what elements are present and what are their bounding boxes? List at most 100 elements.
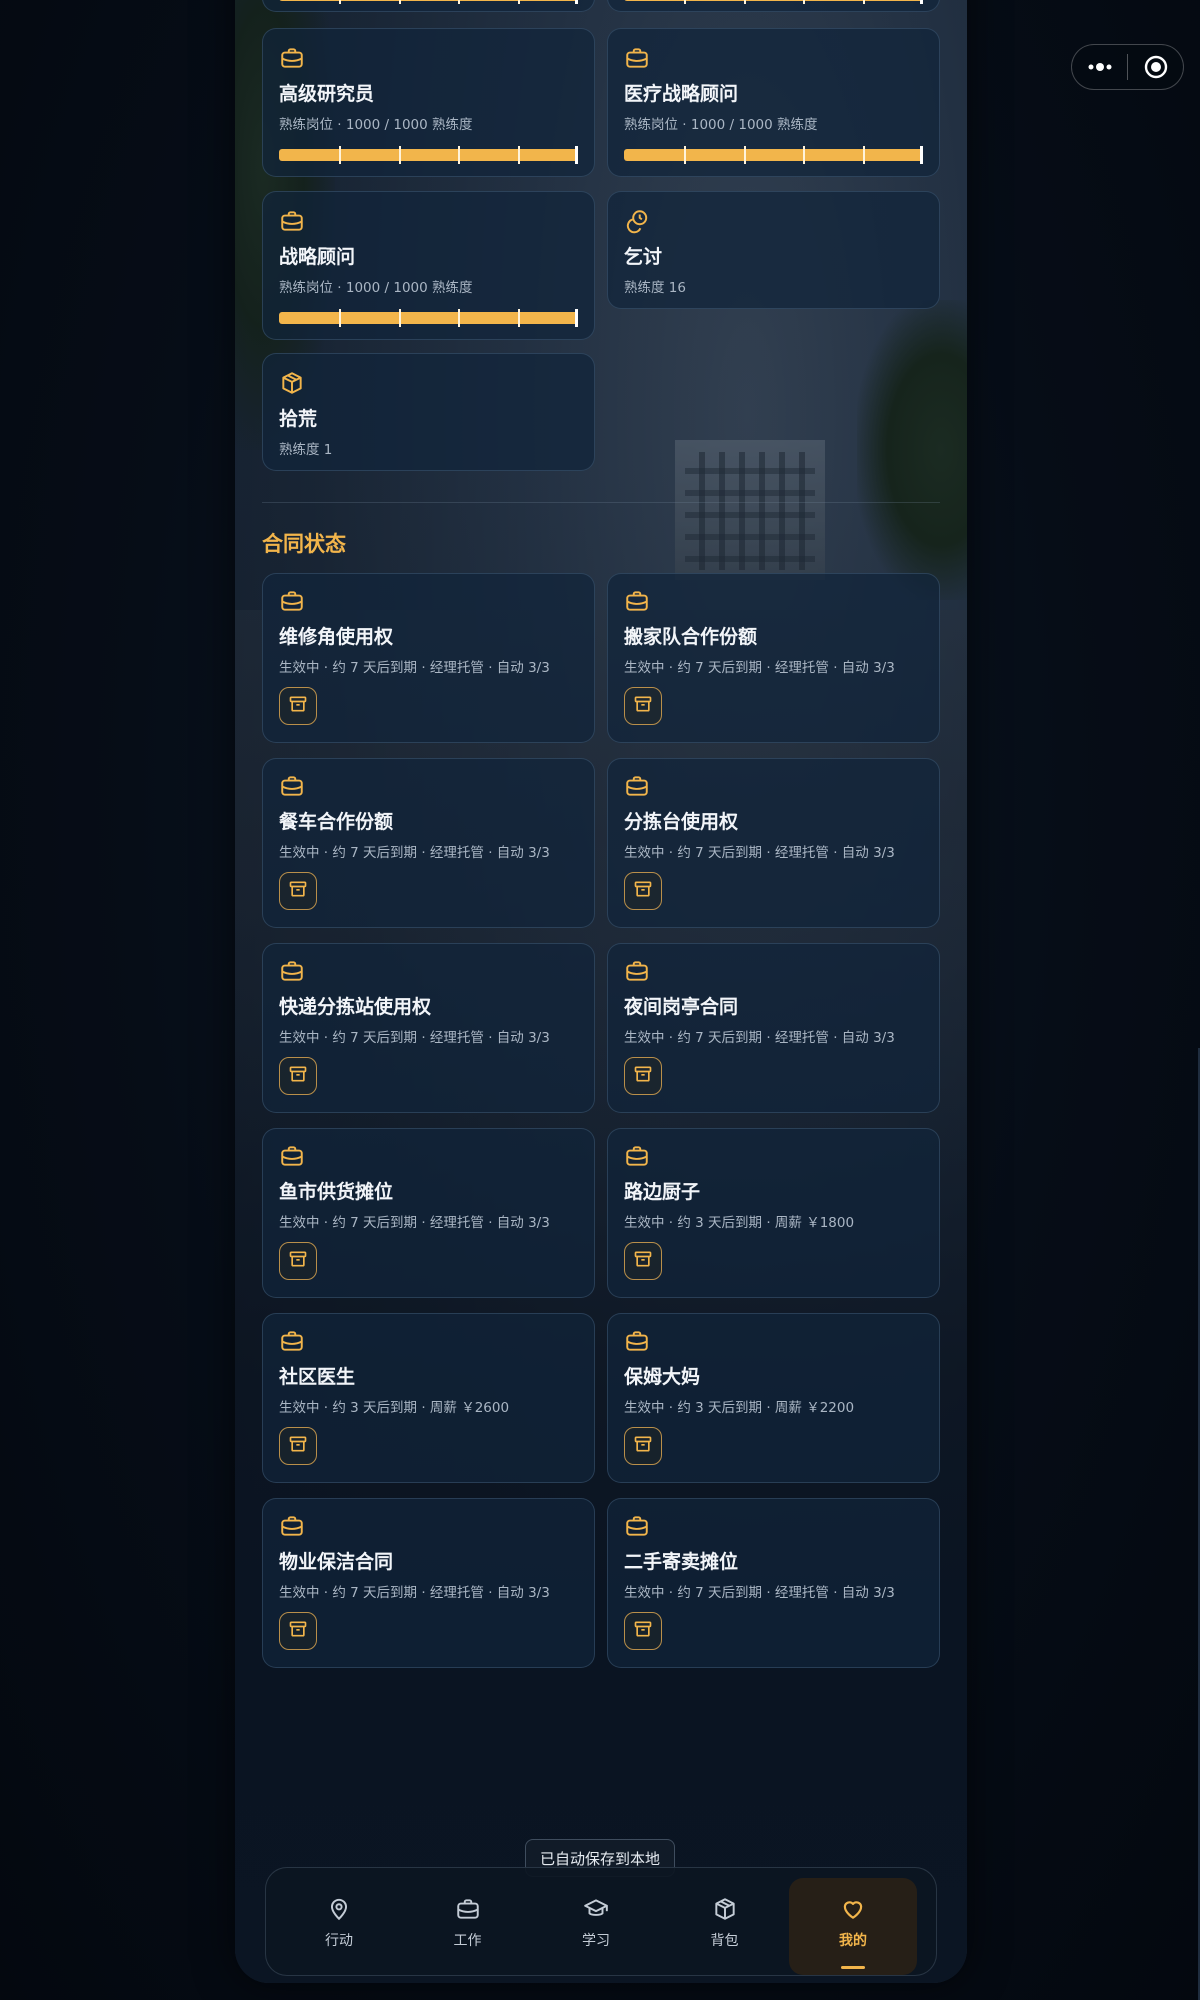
briefcase-icon <box>455 1896 481 1926</box>
nav-item[interactable]: 工作 <box>404 1878 532 1975</box>
progress-tick <box>398 146 401 164</box>
briefcase-icon <box>624 1143 650 1169</box>
more-menu-button[interactable] <box>1072 45 1127 89</box>
contract-card[interactable]: 保姆大妈 生效中 · 约 3 天后到期 · 周薪 ￥2200 <box>607 1313 940 1483</box>
progress-tick <box>683 0 686 4</box>
contract-card[interactable]: 快递分拣站使用权 生效中 · 约 7 天后到期 · 经理托管 · 自动 3/3 <box>262 943 595 1113</box>
archive-button[interactable] <box>279 1612 317 1650</box>
contract-title: 分拣台使用权 <box>624 811 739 833</box>
archive-button[interactable] <box>279 1057 317 1095</box>
briefcase-icon <box>624 45 650 71</box>
archive-button[interactable] <box>279 1242 317 1280</box>
skill-card[interactable]: 战略顾问 熟练岗位 · 1000 / 1000 熟练度 <box>262 191 595 340</box>
bottom-nav: 行动 工作 学习 背包 我的 <box>265 1867 937 1976</box>
progress-bar <box>279 0 578 4</box>
section-title: 合同状态 <box>262 532 346 556</box>
progress-tick <box>518 0 521 4</box>
contract-card[interactable]: 夜间岗亭合同生效中 · 约 7 天后到期 · 经理托管 · 自动 3/3 <box>607 943 940 1113</box>
nav-item-label: 学习 <box>582 1933 610 1949</box>
progress-tick <box>338 0 341 4</box>
skill-card[interactable] <box>607 0 940 12</box>
briefcase-icon <box>624 1328 650 1354</box>
briefcase-icon <box>624 958 650 984</box>
archive-button[interactable] <box>279 1427 317 1465</box>
contract-status: 生效中 · 约 7 天后到期 · 经理托管 · 自动 3/3 <box>624 845 895 861</box>
archive-icon <box>633 1619 653 1643</box>
skill-card[interactable]: 拾荒熟练度 1 <box>262 353 595 471</box>
contract-status: 生效中 · 约 7 天后到期 · 经理托管 · 自动 3/3 <box>279 845 550 861</box>
progress-tick <box>338 309 341 327</box>
heart-icon <box>840 1896 866 1926</box>
skill-card[interactable]: 乞讨 熟练度 16 <box>607 191 940 309</box>
archive-button[interactable] <box>624 1057 662 1095</box>
briefcase-icon <box>624 588 650 614</box>
progress-bar <box>624 146 923 164</box>
contract-card[interactable]: 鱼市供货摊位生效中 · 约 7 天后到期 · 经理托管 · 自动 3/3 <box>262 1128 595 1298</box>
contract-status: 生效中 · 约 3 天后到期 · 周薪 ￥2600 <box>279 1400 510 1416</box>
contract-card[interactable]: 社区医生生效中 · 约 3 天后到期 · 周薪 ￥2600 <box>262 1313 595 1483</box>
skill-subtitle: 熟练岗位 · 1000 / 1000 熟练度 <box>279 117 473 133</box>
contract-card[interactable]: 物业保洁合同 生效中 · 约 7 天后到期 · 经理托管 · 自动 3/3 <box>262 1498 595 1668</box>
archive-icon <box>633 1434 653 1458</box>
archive-icon <box>288 694 308 718</box>
progress-tick <box>518 309 521 327</box>
briefcase-icon <box>279 45 305 71</box>
contract-status: 生效中 · 约 7 天后到期 · 经理托管 · 自动 3/3 <box>279 1215 550 1231</box>
archive-button[interactable] <box>624 872 662 910</box>
archive-button[interactable] <box>624 1427 662 1465</box>
archive-button[interactable] <box>279 872 317 910</box>
progress-tick <box>920 146 923 164</box>
nav-item[interactable]: 背包 <box>661 1878 789 1975</box>
progress-bar <box>624 0 923 4</box>
skill-title: 高级研究员 <box>279 83 375 105</box>
nav-item[interactable]: 行动 <box>275 1878 403 1975</box>
contract-title: 餐车合作份额 <box>279 811 394 833</box>
progress-tick <box>575 309 578 327</box>
contract-card[interactable]: 搬家队合作份额 生效中 · 约 7 天后到期 · 经理托管 · 自动 3/3 <box>607 573 940 743</box>
contract-card[interactable]: 分拣台使用权生效中 · 约 7 天后到期 · 经理托管 · 自动 3/3 <box>607 758 940 928</box>
mini-program-capsule <box>1071 44 1184 90</box>
briefcase-icon <box>624 773 650 799</box>
nav-item-label: 我的 <box>839 1933 867 1949</box>
contract-card[interactable]: 餐车合作份额生效中 · 约 7 天后到期 · 经理托管 · 自动 3/3 <box>262 758 595 928</box>
archive-button[interactable] <box>624 1242 662 1280</box>
progress-tick <box>458 146 461 164</box>
contract-title: 社区医生 <box>279 1366 356 1388</box>
more-dots-icon <box>1088 63 1111 71</box>
box-icon <box>712 1896 738 1926</box>
skill-title: 战略顾问 <box>279 246 356 268</box>
nav-item[interactable]: 学习 <box>532 1878 660 1975</box>
contract-title: 二手寄卖摊位 <box>624 1551 739 1573</box>
contract-status: 生效中 · 约 7 天后到期 · 经理托管 · 自动 3/3 <box>624 1030 895 1046</box>
skill-subtitle: 熟练度 1 <box>279 442 333 458</box>
section-divider <box>262 502 940 503</box>
contract-title: 鱼市供货摊位 <box>279 1181 394 1203</box>
archive-button[interactable] <box>624 1612 662 1650</box>
progress-tick <box>920 0 923 4</box>
skill-card[interactable]: 医疗战略顾问 熟练岗位 · 1000 / 1000 熟练度 <box>607 28 940 177</box>
skill-subtitle: 熟练度 16 <box>624 280 686 296</box>
contract-card[interactable]: 路边厨子 生效中 · 约 3 天后到期 · 周薪 ￥1800 <box>607 1128 940 1298</box>
progress-tick <box>683 146 686 164</box>
archive-icon <box>633 694 653 718</box>
nav-item[interactable]: 我的 <box>789 1878 917 1975</box>
close-target-button[interactable] <box>1128 45 1183 89</box>
skill-card[interactable]: 高级研究员熟练岗位 · 1000 / 1000 熟练度 <box>262 28 595 177</box>
progress-tick <box>518 146 521 164</box>
archive-button[interactable] <box>279 687 317 725</box>
contract-card[interactable]: 维修角使用权 生效中 · 约 7 天后到期 · 经理托管 · 自动 3/3 <box>262 573 595 743</box>
contract-title: 夜间岗亭合同 <box>624 996 739 1018</box>
contract-status: 生效中 · 约 3 天后到期 · 周薪 ￥1800 <box>624 1215 855 1231</box>
skill-title: 医疗战略顾问 <box>624 83 739 105</box>
contract-title: 维修角使用权 <box>279 626 394 648</box>
progress-bar <box>279 146 578 164</box>
contract-status: 生效中 · 约 7 天后到期 · 经理托管 · 自动 3/3 <box>279 1030 550 1046</box>
briefcase-icon <box>279 958 305 984</box>
skill-title: 拾荒 <box>279 408 318 430</box>
archive-button[interactable] <box>624 687 662 725</box>
progress-tick <box>803 0 806 4</box>
skill-card[interactable] <box>262 0 595 12</box>
contract-card[interactable]: 二手寄卖摊位 生效中 · 约 7 天后到期 · 经理托管 · 自动 3/3 <box>607 1498 940 1668</box>
archive-icon <box>288 1619 308 1643</box>
progress-tick <box>803 146 806 164</box>
